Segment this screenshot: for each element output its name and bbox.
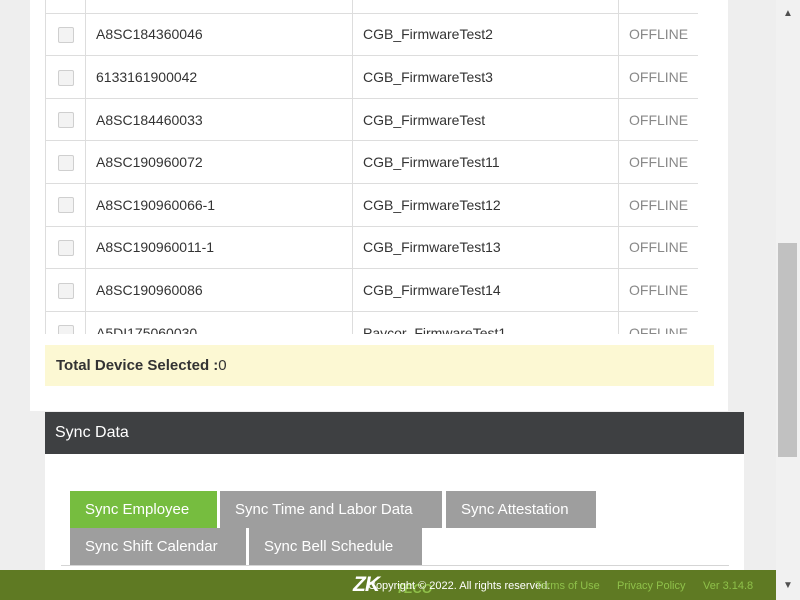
scroll-thumb[interactable] <box>778 243 797 457</box>
total-selected-bar: Total Device Selected :0 <box>45 345 714 386</box>
table-row[interactable]: A8SC190960086 CGB_FirmwareTest14 OFFLINE <box>45 268 698 312</box>
total-selected-label: Total Device Selected : <box>56 357 219 374</box>
row-checkbox-cell <box>45 225 86 270</box>
device-table-viewport[interactable]: A8SC184360046 CGB_FirmwareTest2 OFFLINE 613… <box>45 0 698 334</box>
device-status: OFFLINE <box>618 12 698 57</box>
privacy-policy-link[interactable]: Privacy Policy <box>617 570 685 600</box>
row-checkbox[interactable] <box>57 27 74 44</box>
device-serial: A5DI175060030 <box>85 310 353 334</box>
tab-sync-bell-schedule[interactable]: Sync Bell Schedule <box>249 528 422 565</box>
device-serial: A8SC184360046 <box>85 12 353 57</box>
device-serial <box>85 0 353 14</box>
device-name: CGB_FirmwareTest13 <box>352 225 619 270</box>
row-checkbox-cell <box>45 97 86 142</box>
device-status <box>618 0 698 14</box>
device-status: OFFLINE <box>618 182 698 227</box>
row-checkbox[interactable] <box>57 69 74 86</box>
device-serial: A8SC190960072 <box>85 140 353 184</box>
device-status: OFFLINE <box>618 97 698 142</box>
row-checkbox-cell <box>45 268 86 312</box>
device-name: CGB_FirmwareTest3 <box>352 55 619 99</box>
table-row[interactable]: A5DI175060030 Paycor_FirmwareTest1 OFFLINE <box>45 310 698 334</box>
table-row[interactable]: A8SC190960072 CGB_FirmwareTest11 OFFLINE <box>45 140 698 184</box>
device-serial: A8SC190960086 <box>85 268 353 312</box>
device-name: Paycor_FirmwareTest1 <box>352 310 619 334</box>
device-status: OFFLINE <box>618 140 698 184</box>
table-row[interactable]: A8SC184460033 CGB_FirmwareTest OFFLINE <box>45 97 698 142</box>
version-text: Ver 3.14.8 <box>703 580 754 592</box>
scroll-down-icon[interactable]: ▼ <box>776 574 800 598</box>
tab-divider <box>61 565 729 566</box>
copyright-text: Copyright © 2022. All rights reserved. <box>368 580 551 592</box>
table-row[interactable]: A8SC190960011-1 CGB_FirmwareTest13 OFFLINE <box>45 225 698 270</box>
footer: ZK TECO Copyright © 2022. All rights res… <box>0 570 776 600</box>
terms-of-use-link[interactable]: Terms of Use <box>535 570 600 600</box>
device-name: CGB_FirmwareTest14 <box>352 268 619 312</box>
device-name: CGB_FirmwareTest2 <box>352 12 619 57</box>
device-serial: A8SC190960066-1 <box>85 182 353 227</box>
device-status: OFFLINE <box>618 310 698 334</box>
row-checkbox-cell <box>45 12 86 57</box>
total-selected-value: 0 <box>218 357 227 374</box>
device-serial: A8SC184460033 <box>85 97 353 142</box>
tab-sync-shift-calendar[interactable]: Sync Shift Calendar <box>70 528 246 565</box>
row-checkbox[interactable] <box>57 154 74 171</box>
table-row[interactable]: 6133161900042 CGB_FirmwareTest3 OFFLINE <box>45 55 698 99</box>
device-table: A8SC184360046 CGB_FirmwareTest2 OFFLINE 613… <box>45 0 698 334</box>
table-row[interactable] <box>45 0 698 14</box>
device-name: CGB_FirmwareTest11 <box>352 140 619 184</box>
row-checkbox[interactable] <box>57 112 74 129</box>
row-checkbox[interactable] <box>57 325 74 334</box>
row-checkbox-cell <box>45 182 86 227</box>
row-checkbox[interactable] <box>57 240 74 256</box>
device-name: CGB_FirmwareTest <box>352 97 619 142</box>
tab-sync-employee[interactable]: Sync Employee <box>70 491 217 528</box>
device-status: OFFLINE <box>618 55 698 99</box>
device-status: OFFLINE <box>618 225 698 270</box>
device-name <box>352 0 619 14</box>
row-checkbox[interactable] <box>57 197 74 214</box>
row-checkbox-cell <box>45 140 86 184</box>
page-scrollbar[interactable]: ▲ ▼ <box>776 0 800 600</box>
sync-data-panel: Sync Data Sync Employee Sync Time and La… <box>45 412 744 582</box>
row-checkbox-cell <box>45 310 86 334</box>
device-status: OFFLINE <box>618 268 698 312</box>
table-row[interactable]: A8SC184360046 CGB_FirmwareTest2 OFFLINE <box>45 12 698 57</box>
row-checkbox-cell <box>45 55 86 99</box>
tab-sync-attestation[interactable]: Sync Attestation <box>446 491 596 528</box>
device-name: CGB_FirmwareTest12 <box>352 182 619 227</box>
scroll-up-icon[interactable]: ▲ <box>776 2 800 26</box>
sync-data-title: Sync Data <box>45 412 744 454</box>
row-checkbox[interactable] <box>57 282 74 299</box>
tab-sync-time-labor[interactable]: Sync Time and Labor Data <box>220 491 442 528</box>
device-serial: A8SC190960011-1 <box>85 225 353 270</box>
device-serial: 6133161900042 <box>85 55 353 99</box>
table-row[interactable]: A8SC190960066-1 CGB_FirmwareTest12 OFFLINE <box>45 182 698 227</box>
row-checkbox-cell <box>45 0 86 14</box>
